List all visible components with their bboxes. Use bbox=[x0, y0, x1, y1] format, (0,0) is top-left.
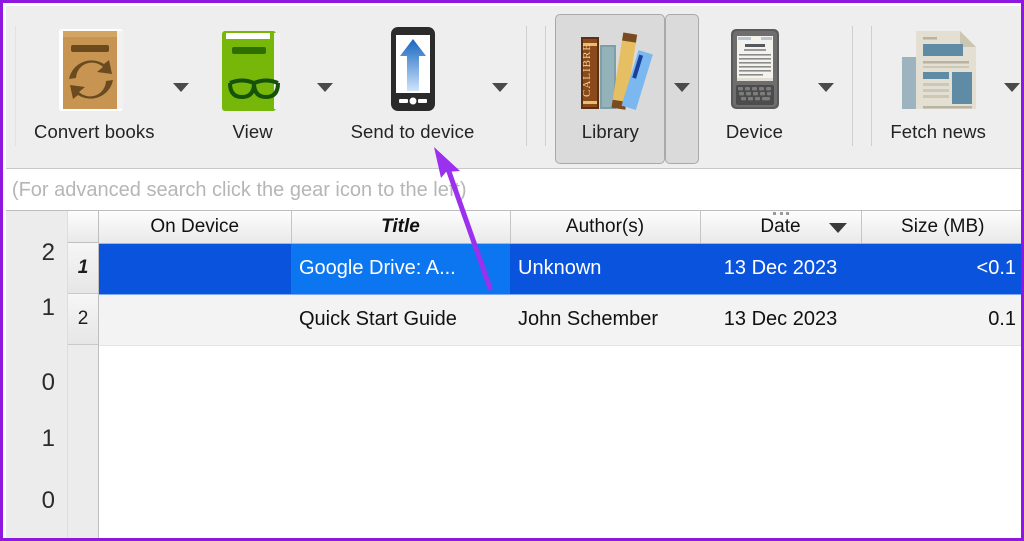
library-dropdown-arrow[interactable] bbox=[665, 14, 700, 164]
calibre-window: Convert books View Send to device CALIBR… bbox=[0, 0, 1024, 541]
toolbar-group-send-to-device: Send to device bbox=[342, 14, 518, 164]
search-bar[interactable]: Search (For advanced search click the ge… bbox=[6, 170, 1021, 211]
cell-on-device[interactable] bbox=[99, 243, 291, 295]
toolbar-group-view: View bbox=[198, 14, 342, 164]
tag-count: 1 bbox=[41, 294, 55, 321]
chevron-down-icon bbox=[674, 83, 691, 92]
toolbar-group-library: CALIBRE Library bbox=[555, 14, 700, 164]
sort-descending-icon[interactable] bbox=[828, 223, 847, 233]
column-resize-grip[interactable] bbox=[772, 212, 789, 218]
column-header-size[interactable]: Size (MB) bbox=[861, 211, 1021, 244]
chevron-down-icon bbox=[492, 83, 509, 92]
convert-books-button[interactable]: Convert books bbox=[25, 14, 164, 164]
row-number[interactable]: 1 bbox=[68, 243, 98, 294]
cell-size[interactable]: 0.1 bbox=[861, 294, 1021, 346]
cell-date[interactable]: 13 Dec 2023 bbox=[700, 243, 861, 295]
toolbar-separator bbox=[545, 26, 547, 146]
column-header-date[interactable]: Date bbox=[700, 211, 862, 244]
fetch-news-button[interactable]: Fetch news bbox=[881, 14, 995, 164]
table-header-row: On Device Title Author(s) Date Size (MB) bbox=[99, 211, 1021, 244]
view-button[interactable]: View bbox=[198, 14, 308, 164]
tag-browser-pane[interactable]: 2 1 0 1 0 bbox=[6, 211, 68, 538]
book-list: 1 2 On Device Title Author(s) Date Size … bbox=[68, 211, 1021, 538]
book-table-wrapper: On Device Title Author(s) Date Size (MB) bbox=[99, 211, 1021, 538]
column-header-date-label: Date bbox=[760, 215, 801, 237]
cell-on-device[interactable] bbox=[99, 294, 291, 346]
send-to-device-icon bbox=[366, 21, 458, 117]
cell-author[interactable]: Unknown bbox=[510, 243, 700, 295]
row-number-gutter: 1 2 bbox=[68, 211, 99, 538]
cell-title[interactable]: Google Drive: A... bbox=[291, 243, 510, 295]
fetch-news-icon bbox=[892, 21, 984, 117]
convert-books-dropdown-arrow[interactable] bbox=[164, 14, 198, 164]
toolbar-group-fetch-news: Fetch news bbox=[881, 14, 1021, 164]
fetch-news-label: Fetch news bbox=[890, 121, 986, 142]
tag-count: 2 bbox=[41, 239, 55, 266]
send-to-device-dropdown-arrow[interactable] bbox=[483, 14, 517, 164]
convert-books-label: Convert books bbox=[34, 121, 155, 142]
toolbar-group-device: Device bbox=[699, 14, 843, 164]
convert-books-icon bbox=[48, 21, 140, 117]
device-label: Device bbox=[725, 121, 783, 142]
chevron-down-icon bbox=[818, 83, 835, 92]
toolbar-separator bbox=[871, 26, 873, 146]
chevron-down-icon bbox=[1004, 83, 1020, 92]
column-header-author[interactable]: Author(s) bbox=[510, 211, 701, 244]
device-button[interactable]: Device bbox=[699, 14, 809, 164]
toolbar-separator bbox=[526, 26, 528, 146]
send-to-device-button[interactable]: Send to device bbox=[342, 14, 484, 164]
tag-count: 0 bbox=[41, 369, 55, 396]
toolbar-group-convert-books: Convert books bbox=[25, 14, 198, 164]
row-number-header-corner bbox=[68, 211, 99, 243]
cell-title[interactable]: Quick Start Guide bbox=[291, 294, 510, 346]
chevron-down-icon bbox=[316, 83, 333, 92]
device-dropdown-arrow[interactable] bbox=[809, 14, 843, 164]
library-label: Library bbox=[581, 121, 640, 142]
chevron-down-icon bbox=[172, 83, 189, 92]
column-header-on-device[interactable]: On Device bbox=[99, 211, 292, 244]
table-row[interactable]: Quick Start Guide John Schember 13 Dec 2… bbox=[99, 294, 1021, 346]
library-icon: CALIBRE bbox=[564, 21, 656, 117]
toolbar-separator bbox=[852, 26, 854, 146]
device-icon bbox=[708, 21, 800, 117]
cell-author[interactable]: John Schember bbox=[510, 294, 700, 346]
table-row[interactable]: Google Drive: A... Unknown 13 Dec 2023 <… bbox=[99, 243, 1021, 295]
column-header-title[interactable]: Title bbox=[291, 211, 511, 244]
cell-size[interactable]: <0.1 bbox=[861, 243, 1021, 295]
cell-date[interactable]: 13 Dec 2023 bbox=[700, 294, 861, 346]
library-button[interactable]: CALIBRE Library bbox=[555, 14, 666, 164]
main-toolbar: Convert books View Send to device CALIBR… bbox=[6, 6, 1021, 169]
send-to-device-label: Send to device bbox=[350, 121, 475, 142]
toolbar-separator bbox=[15, 26, 16, 146]
tag-count: 1 bbox=[41, 425, 55, 452]
search-input-placeholder: Search (For advanced search click the ge… bbox=[6, 178, 467, 201]
row-number[interactable]: 2 bbox=[68, 294, 98, 345]
view-icon bbox=[207, 21, 299, 117]
tag-count: 0 bbox=[41, 487, 55, 514]
view-label: View bbox=[232, 121, 273, 142]
view-dropdown-arrow[interactable] bbox=[308, 14, 342, 164]
book-table: On Device Title Author(s) Date Size (MB) bbox=[99, 211, 1021, 346]
fetch-news-dropdown-arrow[interactable] bbox=[995, 14, 1021, 164]
svg-text:CALIBRE: CALIBRE bbox=[581, 43, 593, 97]
